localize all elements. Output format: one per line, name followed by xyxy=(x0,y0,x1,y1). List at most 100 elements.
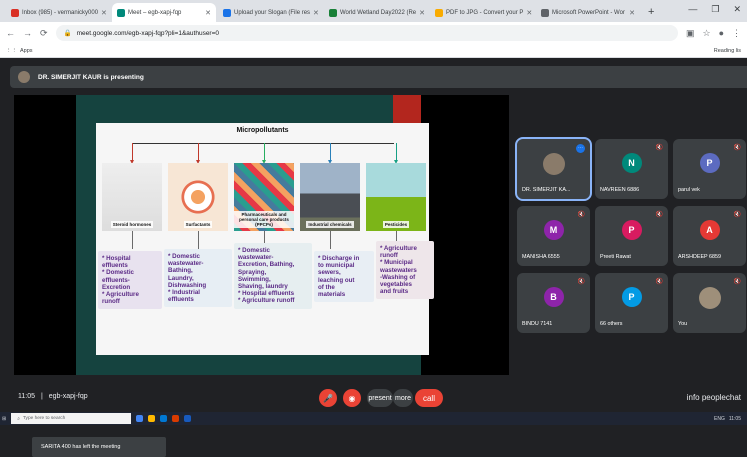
mic-off-button[interactable]: 🎤 xyxy=(319,389,337,407)
tab-favicon-icon xyxy=(329,8,337,17)
browser-tab[interactable]: PDF to JPG - Convert your P ✕ xyxy=(430,3,534,22)
mic-muted-icon: 🔇 xyxy=(733,145,741,151)
close-tab-icon[interactable]: ✕ xyxy=(526,9,532,17)
close-window-icon[interactable]: ✕ xyxy=(733,4,741,15)
source-line: effluents- xyxy=(102,276,130,284)
source-line: effluents xyxy=(102,262,128,270)
powerpoint-icon[interactable] xyxy=(172,415,180,422)
mic-muted-icon: 🔇 xyxy=(655,279,663,285)
menu-kebab-icon[interactable]: ⋮ xyxy=(732,28,741,39)
participant-tile[interactable]: ⋯ DR. SIMERJIT KA... xyxy=(515,137,592,201)
participant-name: 66 others xyxy=(600,321,623,327)
more-options-button[interactable]: more xyxy=(393,389,413,407)
close-tab-icon[interactable]: ✕ xyxy=(629,9,635,17)
participant-name: Preeti Rawat xyxy=(600,254,631,260)
participant-name: DR. SIMERJIT KA... xyxy=(522,187,571,193)
browser-tab[interactable]: World Wetland Day2022 (Re ✕ xyxy=(324,3,428,22)
presentation-stage: Micropollutants Steroid hormones Surfacta… xyxy=(14,95,509,457)
source-line: * Domestic xyxy=(102,269,134,277)
camera-off-icon: ◉ xyxy=(348,393,356,403)
presenter-avatar xyxy=(18,71,30,83)
participant-tile[interactable]: M 🔇 MANISHA 6555 xyxy=(517,206,590,266)
participant-photo xyxy=(698,287,721,309)
restore-icon[interactable]: ❐ xyxy=(711,4,719,15)
reload-icon[interactable]: ⟳ xyxy=(40,28,48,39)
participant-avatar: P xyxy=(621,287,642,307)
system-tray: ENG 11:05 xyxy=(714,416,747,422)
source-line: runoff xyxy=(380,252,398,260)
tray-time: 11:05 xyxy=(728,415,741,422)
source-line: * Industrial xyxy=(168,289,200,297)
participant-avatar: A xyxy=(699,220,720,240)
browser-tab-strip: Inbox (985) - vermanicky000 ✕ Meet – egb-x… xyxy=(0,0,747,22)
participant-tile[interactable]: A 🔇 ARSHDEEP 6859 xyxy=(673,206,746,266)
tab-label: PDF to JPG - Convert your P xyxy=(446,9,524,16)
address-bar-row: ← → ⟳ 🔒 meet.google.com/egb-xapj-fqp?pli… xyxy=(0,22,747,44)
category-connector xyxy=(198,231,199,249)
windows-taskbar: ⊞ ⌕ Type here to search ENG 11:05 xyxy=(0,412,747,425)
camera-off-button[interactable]: ◉ xyxy=(343,389,361,407)
source-box: * Domestic wastewater- Bathing, Laundry, Dis… xyxy=(164,249,232,308)
source-line: to municipal xyxy=(318,262,355,270)
meet-bottom-bar: 11:05 | egb-xapj-fqp 🎤 ◉ present more ca… xyxy=(0,384,747,412)
leave-call-button[interactable]: call xyxy=(415,389,443,407)
close-tab-icon[interactable]: ✕ xyxy=(205,9,211,17)
participant-tile[interactable]: P 🔇 parul vek xyxy=(673,139,746,199)
participant-avatar: P xyxy=(699,153,720,173)
reading-list-link[interactable]: Reading lis xyxy=(714,48,741,54)
close-tab-icon[interactable]: ✕ xyxy=(313,9,319,17)
mic-muted-icon: 🔇 xyxy=(655,212,663,218)
source-line: of the xyxy=(318,283,335,291)
source-line: Excretion, Bathing, xyxy=(238,261,295,269)
word-icon[interactable] xyxy=(184,415,192,422)
present-button[interactable]: present xyxy=(367,389,393,407)
participant-tile[interactable]: N 🔇 NAVREEN 6886 xyxy=(595,139,668,199)
search-icon: ⌕ xyxy=(17,416,20,422)
browser-tab[interactable]: Meet – egb-xapj-fqp ✕ xyxy=(112,3,216,22)
star-icon[interactable]: ☆ xyxy=(702,28,710,39)
chrome-icon[interactable] xyxy=(136,415,144,422)
participant-tile[interactable]: P 🔇 Preeti Rawat xyxy=(595,206,668,266)
back-icon[interactable]: ← xyxy=(6,28,15,38)
slide-red-accent xyxy=(393,95,421,123)
source-line: wastewater- xyxy=(238,254,274,262)
browser-tab[interactable]: Inbox (985) - vermanicky000 ✕ xyxy=(6,3,110,22)
meeting-separator: | xyxy=(40,393,43,400)
profile-avatar[interactable]: ● xyxy=(719,28,724,38)
browser-tab[interactable]: Upload your Slogan (File res ✕ xyxy=(218,3,322,22)
participant-name: You xyxy=(678,321,688,327)
mic-off-icon: 🎤 xyxy=(323,393,333,403)
source-line: leaching out xyxy=(318,276,355,284)
minimize-icon[interactable]: — xyxy=(688,4,697,15)
edge-icon[interactable] xyxy=(160,415,168,422)
slide: Micropollutants Steroid hormones Surfacta… xyxy=(96,123,434,355)
tab-label: Inbox (985) - vermanicky000 xyxy=(22,9,99,16)
source-box: * Domestic wastewater- Excretion, Bathing,… xyxy=(234,243,312,309)
source-line: * Agriculture runoff xyxy=(238,297,295,305)
camera-icon[interactable]: ▣ xyxy=(686,28,695,39)
new-tab-button[interactable]: + xyxy=(642,3,660,22)
url-field[interactable]: 🔒 meet.google.com/egb-xapj-fqp?pli=1&aut… xyxy=(55,25,678,41)
mic-muted-icon: 🔇 xyxy=(655,145,663,151)
apps-link[interactable]: Apps xyxy=(20,48,33,54)
call-label: call xyxy=(422,393,435,403)
participant-tile[interactable]: B 🔇 BINDU 7141 xyxy=(517,273,590,333)
tab-label: Microsoft PowerPoint - Wor xyxy=(552,9,625,16)
close-tab-icon[interactable]: ✕ xyxy=(101,9,107,17)
file-explorer-icon[interactable] xyxy=(148,415,156,422)
bookmarks-bar: ⋮⋮ Apps Reading lis xyxy=(0,44,747,58)
meeting-code: egb-xapj-fqp xyxy=(48,393,88,400)
meet-right-controls[interactable]: info peoplechat xyxy=(687,393,741,402)
slide-title: Micropollutants xyxy=(236,127,289,134)
lock-icon: 🔒 xyxy=(63,30,72,37)
source-line: * Hospital effluents xyxy=(238,290,295,298)
close-tab-icon[interactable]: ✕ xyxy=(419,9,425,17)
taskbar-search[interactable]: ⌕ Type here to search xyxy=(11,413,132,424)
forward-icon[interactable]: → xyxy=(23,28,32,38)
apps-icon[interactable]: ⋮⋮ xyxy=(6,48,17,54)
browser-tab[interactable]: Microsoft PowerPoint - Wor ✕ xyxy=(536,3,640,22)
participant-tile[interactable]: 🔇 You xyxy=(673,273,746,333)
category-box: Pesticides xyxy=(366,163,426,231)
participant-tile[interactable]: P 🔇 66 others xyxy=(595,273,668,333)
start-icon[interactable]: ⊞ xyxy=(2,416,6,422)
